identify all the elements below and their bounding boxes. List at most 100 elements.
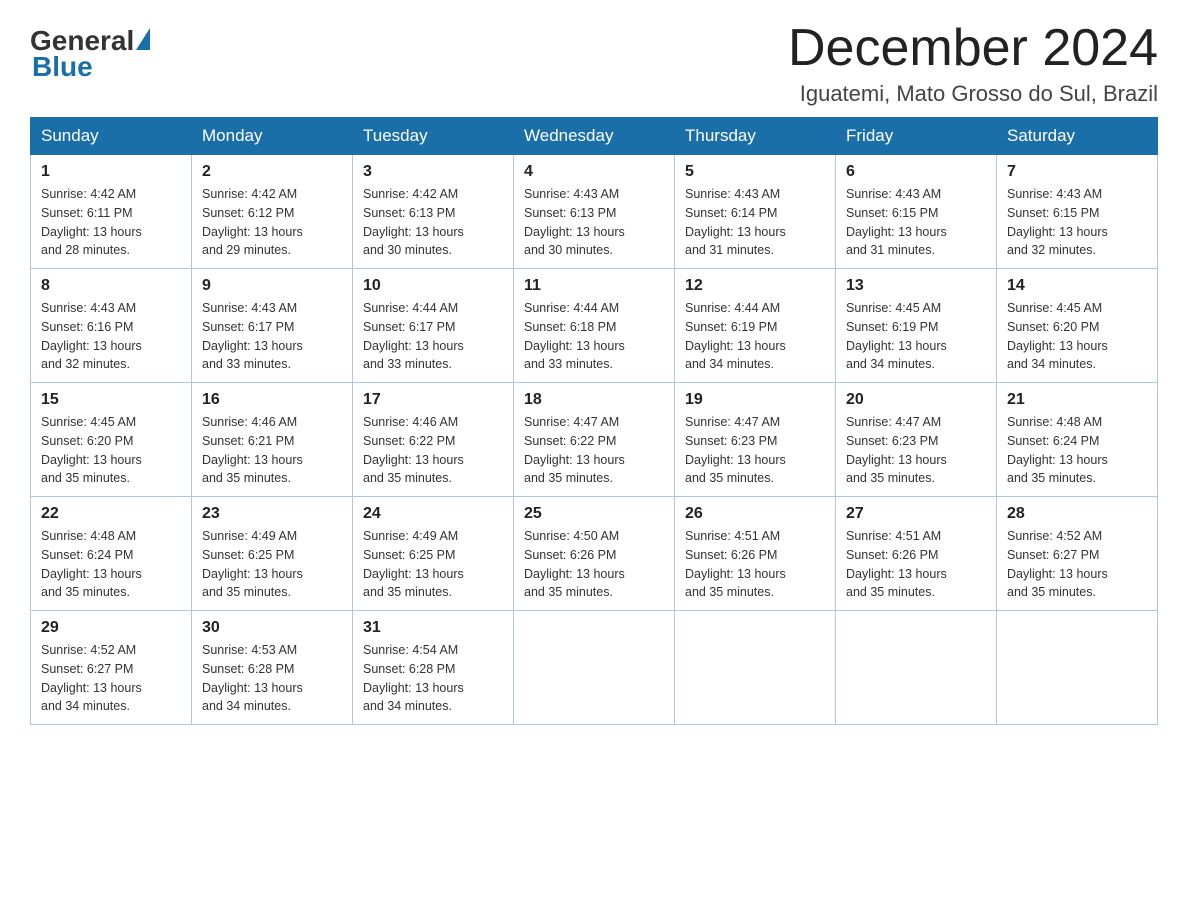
calendar-cell: 12 Sunrise: 4:44 AMSunset: 6:19 PMDaylig… — [675, 269, 836, 383]
calendar-cell: 13 Sunrise: 4:45 AMSunset: 6:19 PMDaylig… — [836, 269, 997, 383]
day-info: Sunrise: 4:54 AMSunset: 6:28 PMDaylight:… — [363, 641, 503, 716]
day-number: 9 — [202, 277, 342, 295]
day-info: Sunrise: 4:43 AMSunset: 6:16 PMDaylight:… — [41, 299, 181, 374]
day-info: Sunrise: 4:48 AMSunset: 6:24 PMDaylight:… — [1007, 413, 1147, 488]
day-number: 8 — [41, 277, 181, 295]
weekday-header-row: Sunday Monday Tuesday Wednesday Thursday… — [31, 118, 1158, 155]
day-number: 7 — [1007, 163, 1147, 181]
calendar-cell: 28 Sunrise: 4:52 AMSunset: 6:27 PMDaylig… — [997, 497, 1158, 611]
day-number: 19 — [685, 391, 825, 409]
day-number: 2 — [202, 163, 342, 181]
day-info: Sunrise: 4:47 AMSunset: 6:23 PMDaylight:… — [685, 413, 825, 488]
day-number: 12 — [685, 277, 825, 295]
day-number: 31 — [363, 619, 503, 637]
day-number: 25 — [524, 505, 664, 523]
header-sunday: Sunday — [31, 118, 192, 155]
calendar-week-1: 1 Sunrise: 4:42 AMSunset: 6:11 PMDayligh… — [31, 155, 1158, 269]
day-info: Sunrise: 4:43 AMSunset: 6:13 PMDaylight:… — [524, 185, 664, 260]
calendar-cell: 31 Sunrise: 4:54 AMSunset: 6:28 PMDaylig… — [353, 611, 514, 725]
day-info: Sunrise: 4:48 AMSunset: 6:24 PMDaylight:… — [41, 527, 181, 602]
header-monday: Monday — [192, 118, 353, 155]
calendar-cell — [514, 611, 675, 725]
day-info: Sunrise: 4:53 AMSunset: 6:28 PMDaylight:… — [202, 641, 342, 716]
day-number: 4 — [524, 163, 664, 181]
header-wednesday: Wednesday — [514, 118, 675, 155]
day-info: Sunrise: 4:44 AMSunset: 6:17 PMDaylight:… — [363, 299, 503, 374]
page-header: General Blue December 2024 Iguatemi, Mat… — [30, 20, 1158, 107]
logo-area: General Blue — [30, 20, 152, 83]
day-info: Sunrise: 4:45 AMSunset: 6:19 PMDaylight:… — [846, 299, 986, 374]
day-number: 26 — [685, 505, 825, 523]
calendar-cell: 23 Sunrise: 4:49 AMSunset: 6:25 PMDaylig… — [192, 497, 353, 611]
day-info: Sunrise: 4:50 AMSunset: 6:26 PMDaylight:… — [524, 527, 664, 602]
header-friday: Friday — [836, 118, 997, 155]
day-number: 5 — [685, 163, 825, 181]
day-number: 22 — [41, 505, 181, 523]
calendar-cell: 10 Sunrise: 4:44 AMSunset: 6:17 PMDaylig… — [353, 269, 514, 383]
day-number: 21 — [1007, 391, 1147, 409]
day-number: 10 — [363, 277, 503, 295]
header-saturday: Saturday — [997, 118, 1158, 155]
day-info: Sunrise: 4:47 AMSunset: 6:23 PMDaylight:… — [846, 413, 986, 488]
calendar-cell: 27 Sunrise: 4:51 AMSunset: 6:26 PMDaylig… — [836, 497, 997, 611]
day-number: 14 — [1007, 277, 1147, 295]
day-number: 28 — [1007, 505, 1147, 523]
day-info: Sunrise: 4:47 AMSunset: 6:22 PMDaylight:… — [524, 413, 664, 488]
day-number: 3 — [363, 163, 503, 181]
day-info: Sunrise: 4:46 AMSunset: 6:22 PMDaylight:… — [363, 413, 503, 488]
calendar-week-5: 29 Sunrise: 4:52 AMSunset: 6:27 PMDaylig… — [31, 611, 1158, 725]
calendar-cell: 17 Sunrise: 4:46 AMSunset: 6:22 PMDaylig… — [353, 383, 514, 497]
day-number: 1 — [41, 163, 181, 181]
header-tuesday: Tuesday — [353, 118, 514, 155]
calendar-cell: 26 Sunrise: 4:51 AMSunset: 6:26 PMDaylig… — [675, 497, 836, 611]
calendar-week-2: 8 Sunrise: 4:43 AMSunset: 6:16 PMDayligh… — [31, 269, 1158, 383]
calendar-cell — [836, 611, 997, 725]
day-info: Sunrise: 4:52 AMSunset: 6:27 PMDaylight:… — [41, 641, 181, 716]
day-info: Sunrise: 4:42 AMSunset: 6:13 PMDaylight:… — [363, 185, 503, 260]
calendar-cell: 16 Sunrise: 4:46 AMSunset: 6:21 PMDaylig… — [192, 383, 353, 497]
day-info: Sunrise: 4:43 AMSunset: 6:15 PMDaylight:… — [1007, 185, 1147, 260]
day-number: 16 — [202, 391, 342, 409]
day-number: 29 — [41, 619, 181, 637]
day-number: 18 — [524, 391, 664, 409]
day-info: Sunrise: 4:43 AMSunset: 6:15 PMDaylight:… — [846, 185, 986, 260]
day-number: 11 — [524, 277, 664, 295]
calendar-cell: 24 Sunrise: 4:49 AMSunset: 6:25 PMDaylig… — [353, 497, 514, 611]
calendar-cell: 1 Sunrise: 4:42 AMSunset: 6:11 PMDayligh… — [31, 155, 192, 269]
calendar-cell: 3 Sunrise: 4:42 AMSunset: 6:13 PMDayligh… — [353, 155, 514, 269]
day-number: 20 — [846, 391, 986, 409]
calendar-cell — [675, 611, 836, 725]
day-info: Sunrise: 4:42 AMSunset: 6:11 PMDaylight:… — [41, 185, 181, 260]
day-info: Sunrise: 4:51 AMSunset: 6:26 PMDaylight:… — [685, 527, 825, 602]
day-number: 6 — [846, 163, 986, 181]
calendar-week-3: 15 Sunrise: 4:45 AMSunset: 6:20 PMDaylig… — [31, 383, 1158, 497]
day-info: Sunrise: 4:45 AMSunset: 6:20 PMDaylight:… — [41, 413, 181, 488]
day-number: 17 — [363, 391, 503, 409]
day-info: Sunrise: 4:49 AMSunset: 6:25 PMDaylight:… — [202, 527, 342, 602]
calendar-table: Sunday Monday Tuesday Wednesday Thursday… — [30, 117, 1158, 725]
calendar-cell: 22 Sunrise: 4:48 AMSunset: 6:24 PMDaylig… — [31, 497, 192, 611]
calendar-cell: 25 Sunrise: 4:50 AMSunset: 6:26 PMDaylig… — [514, 497, 675, 611]
day-number: 15 — [41, 391, 181, 409]
calendar-cell: 8 Sunrise: 4:43 AMSunset: 6:16 PMDayligh… — [31, 269, 192, 383]
calendar-cell: 30 Sunrise: 4:53 AMSunset: 6:28 PMDaylig… — [192, 611, 353, 725]
day-info: Sunrise: 4:45 AMSunset: 6:20 PMDaylight:… — [1007, 299, 1147, 374]
title-area: December 2024 Iguatemi, Mato Grosso do S… — [788, 20, 1158, 107]
calendar-cell: 6 Sunrise: 4:43 AMSunset: 6:15 PMDayligh… — [836, 155, 997, 269]
day-number: 13 — [846, 277, 986, 295]
calendar-cell: 5 Sunrise: 4:43 AMSunset: 6:14 PMDayligh… — [675, 155, 836, 269]
month-title: December 2024 — [788, 20, 1158, 77]
location-title: Iguatemi, Mato Grosso do Sul, Brazil — [788, 81, 1158, 107]
calendar-cell: 21 Sunrise: 4:48 AMSunset: 6:24 PMDaylig… — [997, 383, 1158, 497]
calendar-cell: 4 Sunrise: 4:43 AMSunset: 6:13 PMDayligh… — [514, 155, 675, 269]
calendar-cell: 2 Sunrise: 4:42 AMSunset: 6:12 PMDayligh… — [192, 155, 353, 269]
day-info: Sunrise: 4:51 AMSunset: 6:26 PMDaylight:… — [846, 527, 986, 602]
day-info: Sunrise: 4:43 AMSunset: 6:17 PMDaylight:… — [202, 299, 342, 374]
day-info: Sunrise: 4:43 AMSunset: 6:14 PMDaylight:… — [685, 185, 825, 260]
calendar-cell — [997, 611, 1158, 725]
calendar-cell: 15 Sunrise: 4:45 AMSunset: 6:20 PMDaylig… — [31, 383, 192, 497]
calendar-cell: 19 Sunrise: 4:47 AMSunset: 6:23 PMDaylig… — [675, 383, 836, 497]
calendar-cell: 9 Sunrise: 4:43 AMSunset: 6:17 PMDayligh… — [192, 269, 353, 383]
day-info: Sunrise: 4:46 AMSunset: 6:21 PMDaylight:… — [202, 413, 342, 488]
calendar-cell: 14 Sunrise: 4:45 AMSunset: 6:20 PMDaylig… — [997, 269, 1158, 383]
